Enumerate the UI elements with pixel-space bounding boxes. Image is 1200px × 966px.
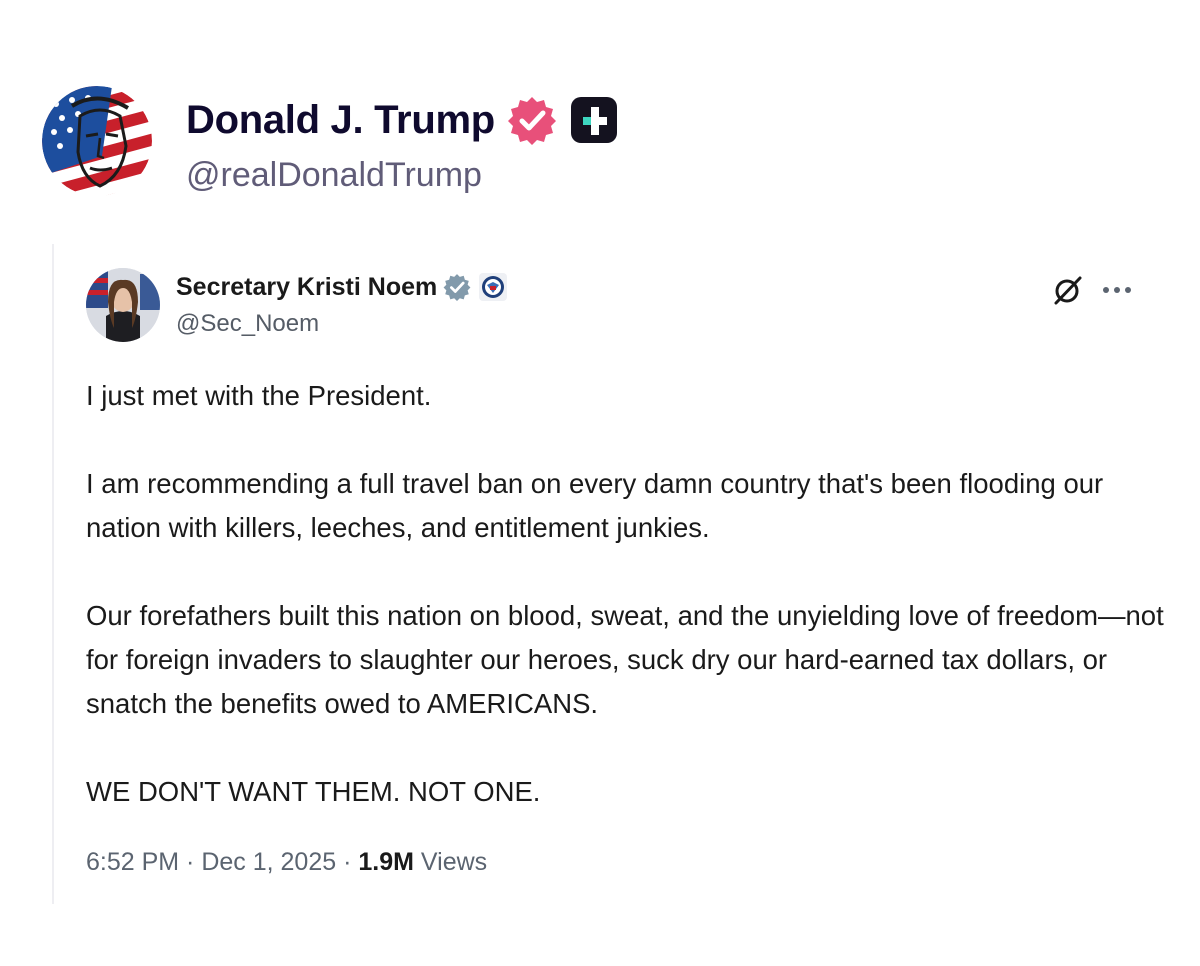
author-name[interactable]: Donald J. Trump xyxy=(186,98,495,143)
grok-icon[interactable] xyxy=(1052,274,1084,306)
tweet-date[interactable]: Dec 1, 2025 xyxy=(201,848,336,876)
meta-separator: · xyxy=(179,848,202,876)
verified-badge-icon xyxy=(507,95,557,145)
embedded-tweet[interactable]: Secretary Kristi Noem @Sec_Noem I just m… xyxy=(52,244,1174,904)
embedded-verified-badge-icon xyxy=(443,273,471,301)
author-handle[interactable]: @realDonaldTrump xyxy=(186,156,482,195)
truth-plus-icon xyxy=(569,95,619,145)
author-avatar[interactable] xyxy=(42,86,152,196)
tweet-paragraph: Our forefathers built this nation on blo… xyxy=(86,600,1164,719)
post-header: Donald J. Trump @realDonaldTrump xyxy=(42,86,682,198)
views-label: Views xyxy=(413,848,488,876)
tweet-meta: 6:52 PM · Dec 1, 2025 · 1.9M Views xyxy=(86,848,487,877)
author-avatar-image xyxy=(42,86,152,196)
views-count: 1.9M xyxy=(358,848,414,876)
tweet-paragraph: I just met with the President. xyxy=(86,380,432,411)
author-name-row: Donald J. Trump xyxy=(186,94,619,146)
tweet-paragraph: WE DON'T WANT THEM. NOT ONE. xyxy=(86,776,541,807)
tweet-paragraph: I am recommending a full travel ban on e… xyxy=(86,468,1104,543)
embedded-author-avatar[interactable] xyxy=(86,268,160,342)
dhs-seal-icon xyxy=(479,273,508,301)
embedded-author-name[interactable]: Secretary Kristi Noem xyxy=(176,273,437,302)
embedded-author-handle[interactable]: @Sec_Noem xyxy=(176,310,319,338)
tweet-time[interactable]: 6:52 PM xyxy=(86,848,179,876)
more-options-icon[interactable] xyxy=(1100,274,1134,306)
embedded-author-avatar-image xyxy=(86,268,160,342)
tweet-text: I just met with the President. I am reco… xyxy=(86,374,1166,814)
meta-separator: · xyxy=(336,848,359,876)
embedded-author-name-row: Secretary Kristi Noem xyxy=(176,270,508,304)
